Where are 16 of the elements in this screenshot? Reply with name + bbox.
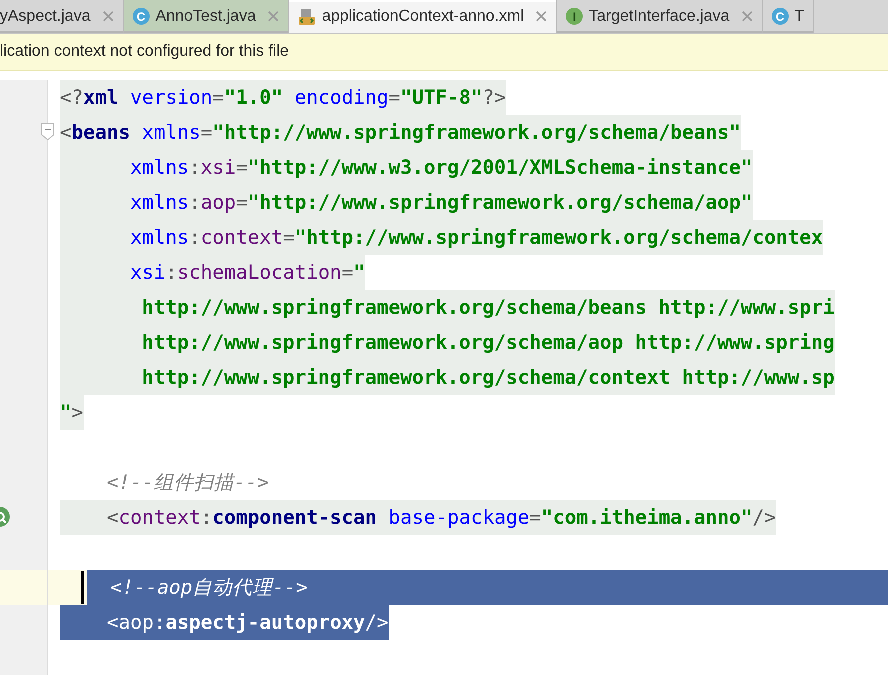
close-icon[interactable] <box>536 11 548 22</box>
editor-tab[interactable]: yAspect.java <box>0 0 124 33</box>
class-icon: C <box>132 8 150 25</box>
close-icon[interactable] <box>268 11 280 22</box>
close-icon[interactable] <box>102 11 114 22</box>
editor-tab[interactable]: C T <box>762 0 814 33</box>
editor-tab[interactable]: applicationContext-anno.xml <box>289 0 558 33</box>
code-line: <!--组件扫描--> <box>106 470 270 496</box>
interface-icon: I <box>566 8 584 25</box>
close-icon[interactable] <box>742 11 753 22</box>
fold-icon[interactable] <box>41 123 55 141</box>
xml-file-icon <box>298 8 316 26</box>
class-icon: C <box>772 8 789 25</box>
editor-tab[interactable]: C AnnoTest.java <box>124 0 290 33</box>
notification-text: lication context not configured for this file <box>0 43 290 61</box>
editor-tab[interactable]: I TargetInterface.java <box>557 0 763 33</box>
